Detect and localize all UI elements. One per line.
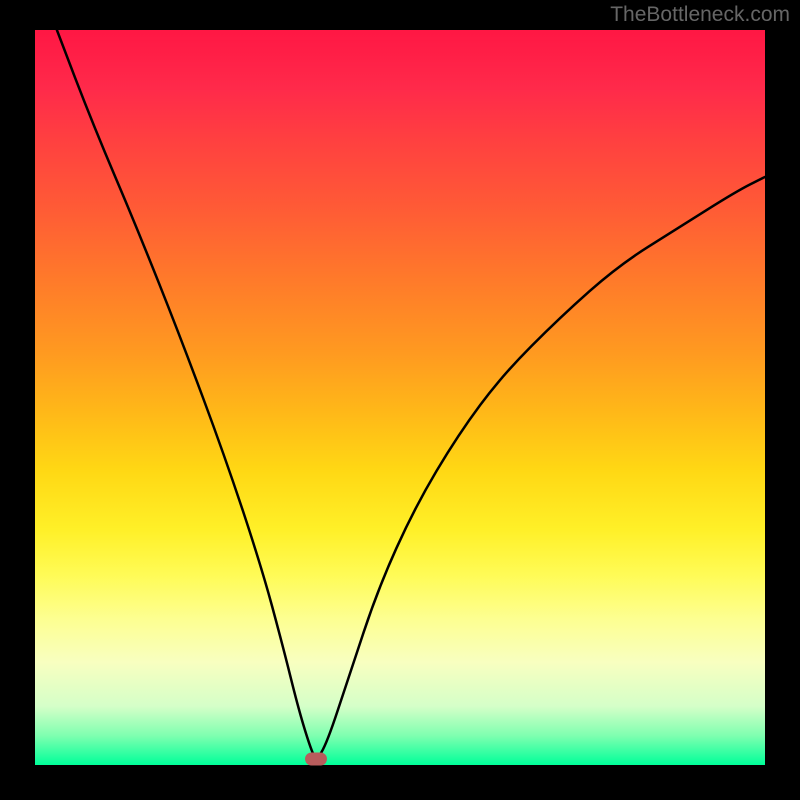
bottleneck-curve <box>35 30 765 765</box>
chart-plot-area <box>35 30 765 765</box>
watermark-text: TheBottleneck.com <box>610 3 790 27</box>
optimum-marker <box>305 753 327 766</box>
